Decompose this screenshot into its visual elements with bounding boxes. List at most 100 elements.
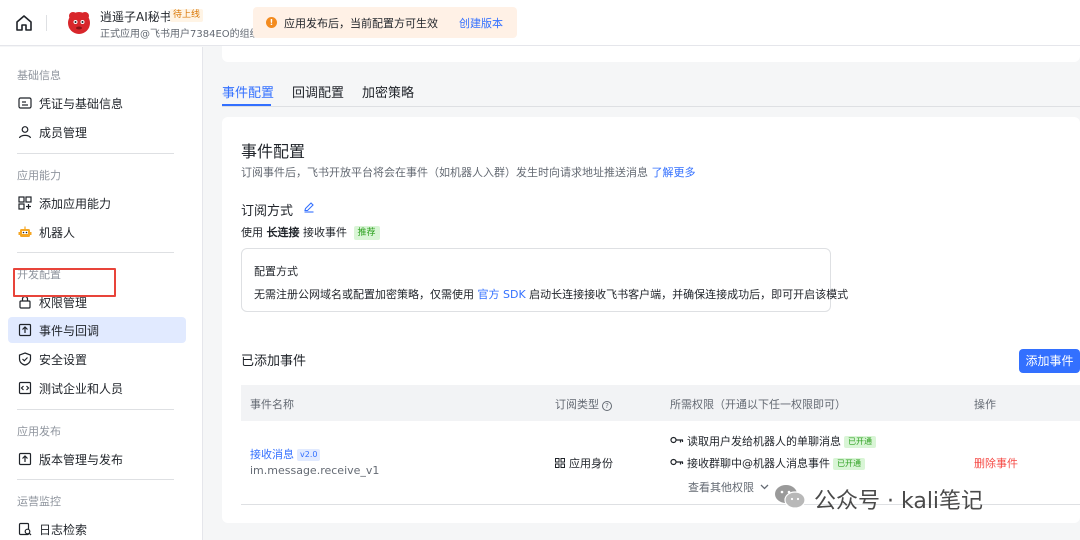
sidebar-item-label: 安全设置 xyxy=(39,353,88,367)
column-header: 所需权限（开通以下任一权限即可） xyxy=(670,398,846,411)
sidebar-divider xyxy=(17,153,174,154)
column-header: 事件名称 xyxy=(250,398,294,411)
config-method-title: 配置方式 xyxy=(254,265,298,278)
subscription-mode-line: 使用 长连接 接收事件 推荐 xyxy=(241,224,380,240)
sidebar-item-label: 事件与回调 xyxy=(39,324,100,338)
divider xyxy=(46,15,47,31)
lock-icon xyxy=(19,295,31,309)
mode-suffix: 接收事件 xyxy=(303,226,347,239)
config-method-box: 配置方式 无需注册公网域名或配置加密策略，仅需使用 官方 SDK 启动长连接接收… xyxy=(241,248,848,312)
official-sdk-link[interactable]: 官方 SDK xyxy=(478,288,526,301)
tab-callback-config[interactable]: 回调配置 xyxy=(292,82,344,101)
sidebar-item-label: 测试企业和人员 xyxy=(39,382,124,396)
highlight-annotation xyxy=(13,268,116,297)
permission-text: 读取用户发给机器人的单聊消息 xyxy=(687,435,841,448)
sidebar-group-capability: 应用能力 xyxy=(17,169,61,182)
app-name: 逍遥子AI秘书 xyxy=(100,10,172,24)
key-icon xyxy=(670,436,684,444)
upload-icon xyxy=(18,452,32,466)
config-text-before: 无需注册公网域名或配置加密策略，仅需使用 xyxy=(254,288,474,301)
config-method-text: 无需注册公网域名或配置加密策略，仅需使用 官方 SDK 启动长连接接收飞书客户端… xyxy=(254,286,848,302)
header-card xyxy=(222,46,1080,62)
description-text: 订阅事件后，飞书开放平台将会在事件（如机器人入群）发生时向请求地址推送消息 xyxy=(241,166,648,179)
grid-icon xyxy=(555,458,565,468)
app-org: 正式应用@飞书用户7384EO的组织 xyxy=(100,29,260,40)
sidebar-group-release: 应用发布 xyxy=(17,425,61,438)
event-config-card: 事件配置 订阅事件后，飞书开放平台将会在事件（如机器人入群）发生时向请求地址推送… xyxy=(222,117,1080,523)
sidebar-group-basic: 基础信息 xyxy=(17,69,61,82)
sidebar-item-add-capability[interactable]: 添加应用能力 xyxy=(8,190,186,216)
app-status-badge: 待上线 xyxy=(170,9,204,22)
event-id: im.message.receive_v1 xyxy=(250,464,380,477)
sidebar-item-label: 成员管理 xyxy=(39,126,88,140)
sidebar-item-members[interactable]: 成员管理 xyxy=(8,119,186,145)
permission-text: 接收群聊中@机器人消息事件 xyxy=(687,457,830,470)
top-bar: 逍遥子AI秘书 待上线 正式应用@飞书用户7384EO的组织 ! 应用发布后，当… xyxy=(0,0,1080,46)
sidebar-item-versions[interactable]: 版本管理与发布 xyxy=(8,446,186,472)
warning-icon: ! xyxy=(266,17,277,28)
app-avatar[interactable] xyxy=(64,7,94,37)
sidebar-item-logs[interactable]: 日志检索 xyxy=(8,516,186,540)
sidebar-divider xyxy=(17,479,174,480)
sidebar-divider xyxy=(17,409,174,410)
delete-event-link[interactable]: 删除事件 xyxy=(974,455,1018,471)
sidebar-item-label: 日志检索 xyxy=(39,523,88,537)
sidebar-item-security[interactable]: 安全设置 xyxy=(8,346,186,372)
mode-prefix: 使用 xyxy=(241,226,263,239)
sidebar-group-ops: 运营监控 xyxy=(17,495,61,508)
sidebar-item-label: 凭证与基础信息 xyxy=(39,97,124,111)
tab-event-config[interactable]: 事件配置 xyxy=(222,82,274,101)
learn-more-link[interactable]: 了解更多 xyxy=(652,166,696,179)
sidebar-item-bot[interactable]: 机器人 xyxy=(8,219,186,245)
id-card-icon xyxy=(18,97,32,109)
mode-name: 长连接 xyxy=(266,226,300,239)
recommended-badge: 推荐 xyxy=(353,226,380,240)
chevron-down-icon xyxy=(760,484,768,490)
log-search-icon xyxy=(18,522,32,536)
more-permissions-label: 查看其他权限 xyxy=(688,481,754,494)
wechat-icon xyxy=(775,485,806,509)
apps-icon xyxy=(18,196,32,210)
add-event-button[interactable]: 添加事件 xyxy=(1019,349,1080,373)
notice-text: 应用发布后，当前配置方可生效 xyxy=(284,17,438,30)
tab-encryption[interactable]: 加密策略 xyxy=(362,82,414,101)
config-text-after: 启动长连接接收飞书客户端，并确保连接成功后，即可开启该模式 xyxy=(529,288,849,301)
version-badge: v2.0 xyxy=(297,449,321,461)
event-name-link[interactable]: 接收消息 xyxy=(250,448,294,461)
subscription-mode-title: 订阅方式 xyxy=(241,204,294,219)
sidebar-divider xyxy=(17,252,174,253)
sidebar-item-test-tenant[interactable]: 测试企业和人员 xyxy=(8,375,186,401)
event-icon xyxy=(18,323,32,337)
help-icon[interactable]: ? xyxy=(602,401,612,411)
key-icon xyxy=(670,458,684,466)
added-events-title: 已添加事件 xyxy=(241,354,307,369)
user-icon xyxy=(18,126,32,139)
column-header: 订阅类型 xyxy=(555,398,599,411)
status-badge: 已开通 xyxy=(844,436,876,448)
column-header: 操作 xyxy=(974,398,996,411)
create-version-link[interactable]: 创建版本 xyxy=(459,15,503,31)
watermark-text: 公众号 · kali笔记 xyxy=(814,489,984,514)
shield-icon xyxy=(18,352,32,366)
permission-item: 读取用户发给机器人的单聊消息 已开通 xyxy=(670,433,876,449)
event-name-cell: 接收消息 v2.0 xyxy=(250,446,321,462)
subscription-type-cell: 应用身份 xyxy=(555,455,613,471)
column-header-sub-type: 订阅类型? xyxy=(555,396,612,412)
view-more-permissions[interactable]: 查看其他权限 xyxy=(688,479,769,495)
robot-icon xyxy=(18,226,32,237)
section-title: 事件配置 xyxy=(241,142,306,161)
section-description: 订阅事件后，飞书开放平台将会在事件（如机器人入群）发生时向请求地址推送消息 了解… xyxy=(241,164,696,180)
tabs-divider xyxy=(222,106,1080,107)
sidebar-item-events[interactable]: 事件与回调 xyxy=(8,317,186,343)
sidebar-item-credentials[interactable]: 凭证与基础信息 xyxy=(8,90,186,116)
home-icon[interactable] xyxy=(14,13,34,33)
table-header: 事件名称 订阅类型? 所需权限（开通以下任一权限即可） 操作 xyxy=(241,385,1080,421)
permission-item: 接收群聊中@机器人消息事件 已开通 xyxy=(670,455,865,471)
publish-notice: ! 应用发布后，当前配置方可生效 创建版本 xyxy=(253,7,517,38)
code-icon xyxy=(18,381,32,395)
sidebar-item-label: 机器人 xyxy=(39,226,76,240)
status-badge: 已开通 xyxy=(833,458,865,470)
sidebar-item-label: 添加应用能力 xyxy=(39,197,112,211)
subscription-type: 应用身份 xyxy=(569,457,613,470)
edit-icon[interactable] xyxy=(303,201,315,213)
